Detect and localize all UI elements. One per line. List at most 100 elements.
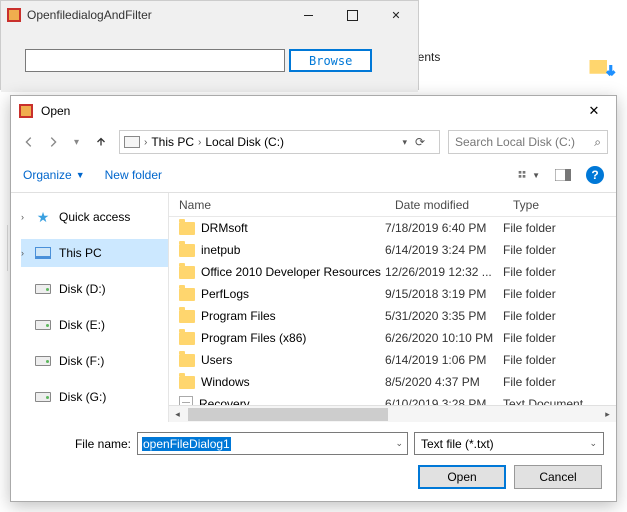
file-type: File folder [503,353,616,367]
nav-bar: ▾ › This PC › Local Disk (C:) ⟳ Search L… [11,126,616,158]
app-titlebar[interactable]: OpenfiledialogAndFilter [1,1,418,29]
scroll-right-button[interactable]: ▸ [599,406,616,423]
file-type: File folder [503,287,616,301]
chevron-right-icon[interactable]: › [21,212,24,222]
file-type: File folder [503,265,616,279]
app-icon [7,8,21,22]
forward-button[interactable] [43,132,63,152]
filename-input[interactable]: openFileDialog1 ⌄ [137,432,408,455]
dialog-close-button[interactable] [572,96,616,126]
dialog-footer: File name: openFileDialog1 ⌄ Text file (… [11,422,616,501]
column-header-date[interactable]: Date modified [385,198,503,212]
folder-icon [179,354,195,367]
sidebar-item-label: Quick access [59,210,130,224]
file-type: Text Document [503,397,616,405]
folder-icon [179,288,195,301]
scroll-left-button[interactable]: ◂ [169,406,186,423]
folder-icon [179,244,195,257]
text-file-icon [179,396,193,405]
scroll-thumb[interactable] [188,408,388,421]
file-date: 6/10/2019 3:28 PM [385,397,503,405]
search-placeholder: Search Local Disk (C:) [455,135,575,149]
sidebar: › Quick access › This PC Disk (D:) Disk … [11,193,169,422]
dialog-icon [19,104,33,118]
dialog-titlebar[interactable]: Open [11,96,616,126]
path-input[interactable] [25,49,285,72]
folder-icon [179,376,195,389]
filter-select[interactable]: Text file (*.txt) ⌄ [414,432,604,455]
table-row[interactable]: PerfLogs9/15/2018 3:19 PMFile folder [169,283,616,305]
file-type: File folder [503,243,616,257]
table-row[interactable]: inetpub 6/14/2019 3:24 PMFile folder [169,239,616,261]
file-name: Recovery [199,397,250,405]
up-button[interactable] [91,132,111,152]
search-icon: ⌕ [594,135,601,150]
file-date: 6/14/2019 3:24 PM [385,243,503,257]
table-row[interactable]: Program Files (x86) 6/26/2020 10:10 PMFil… [169,327,616,349]
column-header-name[interactable]: Name [169,198,385,212]
new-folder-button[interactable]: New folder [105,168,162,182]
file-name: DRMsoft [201,221,248,235]
table-row[interactable]: DRMsoft7/18/2019 6:40 PMFile folder [169,217,616,239]
file-name: inetpub [201,243,240,257]
chevron-right-icon[interactable]: › [142,137,149,148]
file-date: 12/26/2019 12:32 ... [385,265,503,279]
close-button[interactable] [374,1,418,29]
sidebar-item-disk-d[interactable]: Disk (D:) [21,275,168,303]
help-button[interactable]: ? [586,166,604,184]
maximize-button[interactable] [330,1,374,29]
refresh-button[interactable]: ⟳ [415,135,431,149]
cancel-button[interactable]: Cancel [514,465,602,489]
sidebar-item-label: Disk (E:) [59,318,105,332]
chevron-down-icon[interactable]: ⌄ [395,438,403,449]
search-input[interactable]: Search Local Disk (C:) ⌕ [448,130,608,154]
folder-icon [179,222,195,235]
organize-button[interactable]: Organize▼ [23,168,85,182]
breadcrumb[interactable]: › This PC › Local Disk (C:) ⟳ [119,130,440,154]
sidebar-item-label: This PC [59,246,102,260]
preview-pane-button[interactable] [552,166,574,184]
chevron-right-icon[interactable]: › [21,248,24,258]
sidebar-item-network[interactable]: › Network [21,419,168,422]
table-row[interactable]: Users6/14/2019 1:06 PMFile folder [169,349,616,371]
minimize-button[interactable] [286,1,330,29]
file-name: Program Files (x86) [201,331,306,345]
table-row[interactable]: Office 2010 Developer Resources12/26/201… [169,261,616,283]
disk-icon [35,317,51,333]
dialog-title: Open [41,104,572,118]
chevron-right-icon[interactable]: › [196,137,203,148]
toolbar: Organize▼ New folder ▼ ? [11,158,616,192]
drive-icon [124,134,140,150]
file-type: File folder [503,331,616,345]
back-button[interactable] [19,132,39,152]
file-date: 6/26/2020 10:10 PM [385,331,503,345]
sidebar-item-disk-f[interactable]: Disk (F:) [21,347,168,375]
table-row[interactable]: Recovery 6/10/2019 3:28 PMText Document [169,393,616,405]
sidebar-item-disk-g[interactable]: Disk (G:) [21,383,168,411]
sidebar-item-this-pc[interactable]: › This PC [21,239,168,267]
sidebar-item-disk-e[interactable]: Disk (E:) [21,311,168,339]
horizontal-scrollbar[interactable]: ◂ ▸ [169,405,616,422]
file-name: Windows [201,375,250,389]
disk-icon [35,389,51,405]
open-button[interactable]: Open [418,465,506,489]
view-options-button[interactable]: ▼ [518,166,540,184]
sidebar-item-quick-access[interactable]: › Quick access [21,203,168,231]
browse-button[interactable]: Browse [289,49,372,72]
file-name: Users [201,353,232,367]
recent-locations-button[interactable]: ▾ [67,132,87,152]
breadcrumb-drive[interactable]: Local Disk (C:) [205,135,284,149]
file-name: PerfLogs [201,287,249,301]
table-row[interactable]: Windows8/5/2020 4:37 PMFile folder [169,371,616,393]
file-date: 7/18/2019 6:40 PM [385,221,503,235]
folder-icon [179,310,195,323]
chevron-down-icon[interactable] [400,137,409,148]
table-row[interactable]: Program Files5/31/2020 3:35 PMFile folde… [169,305,616,327]
breadcrumb-thispc[interactable]: This PC [151,135,194,149]
open-dialog: Open ▾ › This PC › Local Disk (C:) ⟳ Sea… [10,95,617,502]
background-strip [0,225,8,271]
column-header-type[interactable]: Type [503,198,616,212]
file-date: 8/5/2020 4:37 PM [385,375,503,389]
file-type: File folder [503,309,616,323]
chevron-down-icon[interactable]: ⌄ [589,438,597,449]
